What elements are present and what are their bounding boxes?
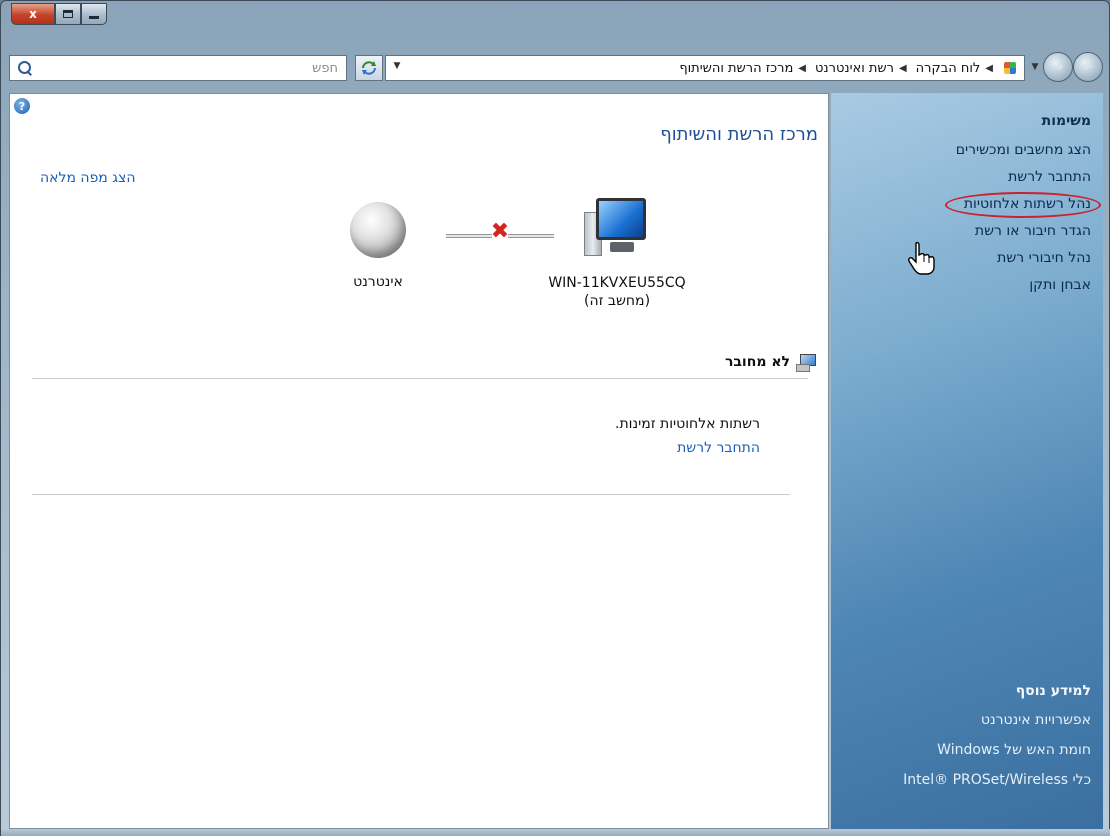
breadcrumb-separator: ◀ — [898, 62, 907, 74]
breadcrumb-control-panel[interactable]: לוח הבקרה — [916, 61, 981, 76]
search-box[interactable]: חפש — [9, 55, 347, 81]
maximize-icon — [63, 10, 73, 18]
help-icon[interactable]: ? — [14, 98, 30, 114]
refresh-button[interactable] — [355, 55, 383, 81]
computer-screen — [596, 198, 646, 240]
network-center-window: x חפש ◀ לוח הבקרה ◀ רשת ואינטרנט ◀ מרכז … — [0, 0, 1110, 836]
forward-button[interactable]: ➜ — [1043, 52, 1073, 82]
task-setup-connection[interactable]: הגדר חיבור או רשת — [843, 218, 1091, 245]
computer-icon[interactable] — [580, 194, 650, 262]
learn-intel-proset[interactable]: כלי Intel® PROSet/Wireless — [903, 765, 1091, 795]
arrow-right-icon: ➜ — [1052, 59, 1064, 75]
refresh-icon — [362, 61, 376, 75]
breadcrumb-separator: ◀ — [798, 62, 806, 74]
search-icon[interactable] — [18, 61, 32, 75]
connection-line — [446, 234, 492, 238]
wireless-networks-text: רשתות אלחוטיות זמינות. — [615, 416, 760, 432]
learn-more-heading: למידע נוסף — [1015, 683, 1091, 699]
computer-subtitle: (מחשב זה) — [583, 293, 651, 309]
back-button[interactable]: ➜ — [1073, 52, 1103, 82]
highlight-ring — [945, 192, 1101, 218]
breadcrumb-network-center[interactable]: מרכז הרשת והשיתוף — [679, 61, 793, 76]
connection-status-header: לא מחובר — [725, 352, 818, 372]
task-connect-network[interactable]: התחבר לרשת — [843, 164, 1091, 191]
control-panel-icon — [1002, 60, 1018, 76]
close-icon: x — [29, 7, 37, 21]
maximize-button[interactable] — [55, 3, 81, 25]
globe-icon[interactable] — [350, 202, 406, 258]
tasks-heading: משימות — [1041, 113, 1091, 129]
computer-name: WIN-11KVXEU55CQ — [548, 275, 686, 291]
window-bottom-edge — [1, 829, 1110, 836]
breadcrumb-network-internet[interactable]: רשת ואינטרנט — [815, 61, 894, 76]
nav-buttons: ▼ ➜ ➜ — [1029, 52, 1103, 82]
close-button[interactable]: x — [11, 3, 55, 25]
internet-label: אינטרנט — [353, 274, 403, 290]
task-manage-connections[interactable]: נהל חיבורי רשת — [843, 245, 1091, 272]
computer-label: WIN-11KVXEU55CQ (מחשב זה) — [522, 274, 712, 310]
address-bar[interactable]: ◀ לוח הבקרה ◀ רשת ואינטרנט ◀ מרכז הרשת ו… — [385, 55, 1025, 81]
network-map: אינטרנט ✖ WIN-11KVXEU55CQ (מחשב זה) — [330, 194, 686, 324]
learn-more-section: למידע נוסף אפשרויות אינטרנט חומת האש של … — [903, 683, 1091, 795]
caption-buttons: x — [11, 3, 107, 25]
address-dropdown-icon[interactable]: ▼ — [390, 61, 404, 75]
broken-connection-icon[interactable]: ✖ — [490, 221, 510, 243]
search-placeholder: חפש — [312, 60, 338, 76]
task-manage-wireless[interactable]: נהל רשתות אלחוטיות — [843, 191, 1101, 218]
divider — [32, 378, 808, 379]
navigation-toolbar: חפש ◀ לוח הבקרה ◀ רשת ואינטרנט ◀ מרכז הר… — [1, 51, 1110, 87]
task-pane: משימות הצג מחשבים ומכשירים התחבר לרשת נה… — [831, 93, 1103, 829]
connect-to-network-link[interactable]: התחבר לרשת — [677, 440, 760, 456]
hand-cursor-icon — [908, 241, 935, 275]
recent-pages-dropdown-icon[interactable]: ▼ — [1029, 62, 1041, 72]
connection-status-text: לא מחובר — [724, 354, 790, 370]
page-title: מרכז הרשת והשיתוף — [660, 124, 818, 145]
learn-windows-firewall[interactable]: חומת האש של Windows — [903, 735, 1091, 765]
connection-line — [508, 234, 554, 238]
breadcrumb-separator: ◀ — [985, 62, 993, 74]
task-view-computers[interactable]: הצג מחשבים ומכשירים — [843, 137, 1091, 164]
main-content: ? מרכז הרשת והשיתוף הצג מפה מלאה אינטרנט… — [9, 93, 829, 829]
divider — [32, 494, 790, 495]
computer-stand — [610, 242, 634, 252]
minimize-button[interactable] — [81, 3, 107, 25]
view-full-map-link[interactable]: הצג מפה מלאה — [40, 170, 136, 186]
task-diagnose-repair[interactable]: אבחן ותקן — [843, 272, 1091, 299]
arrow-left-icon: ➜ — [1082, 59, 1094, 75]
learn-internet-options[interactable]: אפשרויות אינטרנט — [903, 705, 1091, 735]
network-status-icon — [796, 352, 818, 372]
minimize-icon — [89, 15, 99, 19]
